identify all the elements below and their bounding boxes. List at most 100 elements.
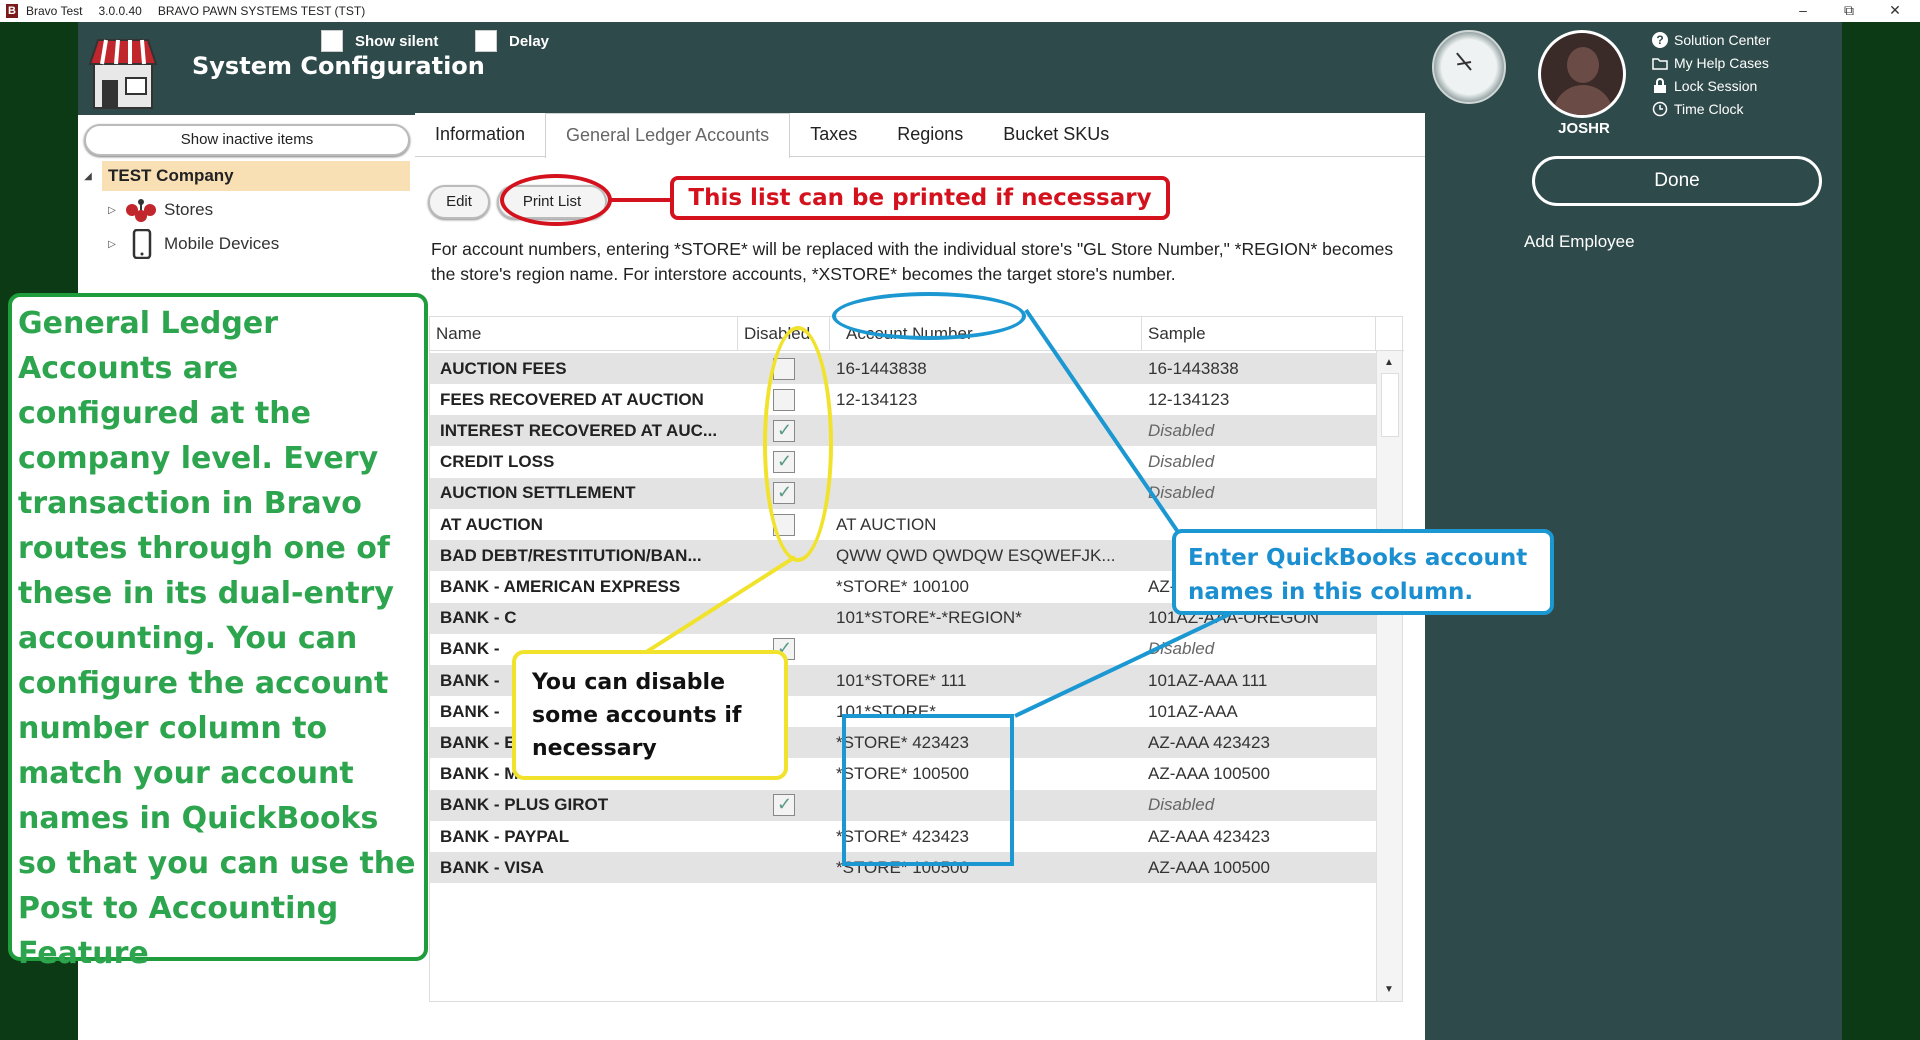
stores-icon [126, 199, 156, 222]
tab-bucket-skus[interactable]: Bucket SKUs [983, 113, 1129, 156]
cell-account-number[interactable]: 101*STORE* 111 [830, 671, 1142, 691]
app-name: Bravo Test [26, 4, 83, 18]
cell-account-number[interactable]: *STORE* 100100 [830, 577, 1142, 597]
cell-name: INTEREST RECOVERED AT AUC... [440, 420, 718, 440]
table-row[interactable]: INTEREST RECOVERED AT AUC... Disabled [430, 415, 1376, 447]
solution-center-label: Solution Center [1674, 31, 1771, 48]
scroll-thumb[interactable] [1381, 373, 1399, 437]
vertical-scrollbar[interactable]: ▲ ▼ [1376, 351, 1402, 1001]
mobile-icon [132, 229, 152, 259]
cell-name: AUCTION SETTLEMENT [440, 483, 636, 503]
cell-name: BAD DEBT/RESTITUTION/BAN... [440, 545, 702, 565]
annotation-account-values-highlight [842, 714, 1014, 866]
delay-checkbox[interactable]: Delay [475, 30, 549, 52]
window-titlebar: B Bravo Test 3.0.0.40 BRAVO PAWN SYSTEMS… [0, 0, 1920, 22]
cell-sample: Disabled [1148, 420, 1215, 440]
cell-sample: AZ-AAA 100500 [1148, 764, 1270, 784]
expand-triangle-icon[interactable]: ▷ [104, 205, 120, 216]
tree-item-stores[interactable]: ▷ Stores [78, 195, 415, 225]
annotation-print-callout: This list can be printed if necessary [670, 176, 1170, 220]
minimize-button[interactable]: – [1780, 0, 1826, 22]
company-tree: ◢ TEST Company ▷ Stores ▷ Mobile Devices [78, 161, 415, 259]
cell-name: FEES RECOVERED AT AUCTION [440, 389, 704, 409]
table-row[interactable]: AUCTION SETTLEMENT Disabled [430, 477, 1376, 509]
cell-sample: AZ-AAA 423423 [1148, 732, 1270, 752]
table-row[interactable]: CREDIT LOSS Disabled [430, 446, 1376, 478]
scroll-up-icon[interactable]: ▲ [1384, 357, 1394, 368]
add-employee-link[interactable]: Add Employee [1524, 232, 1635, 252]
scroll-down-icon[interactable]: ▼ [1384, 984, 1394, 995]
tree-item-stores-label: Stores [164, 200, 214, 219]
annotation-quickbooks-callout: Enter QuickBooks account names in this c… [1172, 529, 1554, 615]
cell-name: BANK - VISA [440, 857, 544, 877]
avatar[interactable] [1538, 30, 1626, 118]
header-links: ? Solution Center My Help Cases Lock Ses… [1652, 28, 1771, 120]
cell-sample: Disabled [1148, 639, 1215, 659]
username: JOSHR [1558, 120, 1610, 137]
cell-name: CREDIT LOSS [440, 452, 555, 472]
cell-name: BANK - PAYPAL [440, 826, 570, 846]
cell-sample: Disabled [1148, 483, 1215, 503]
tab-general-ledger-accounts[interactable]: General Ledger Accounts [545, 113, 791, 158]
annotation-gl-explanation: General Ledger Accounts are configured a… [8, 293, 428, 971]
my-help-cases-link[interactable]: My Help Cases [1652, 51, 1771, 74]
show-silent-box[interactable] [321, 30, 343, 52]
cell-sample: 101AZ-AAA [1148, 701, 1238, 721]
table-row[interactable]: AUCTION FEES 16-1443838 16-1443838 [430, 353, 1376, 384]
disabled-checkbox[interactable] [773, 794, 795, 817]
done-button[interactable]: Done [1532, 156, 1822, 206]
delay-label: Delay [509, 32, 550, 50]
cell-sample: 12-134123 [1148, 389, 1230, 409]
tab-taxes[interactable]: Taxes [790, 113, 877, 156]
tab-regions[interactable]: Regions [877, 113, 983, 156]
store-icon [88, 39, 158, 109]
cell-account-number[interactable]: QWW QWD QWDQW ESQWEFJK... [830, 546, 1142, 566]
cell-account-number[interactable]: AT AUCTION [830, 515, 1142, 535]
cell-sample: AZ-AAA 423423 [1148, 826, 1270, 846]
tree-item-company[interactable]: TEST Company [102, 161, 410, 191]
app-logo-icon: B [6, 4, 18, 18]
clock-small-icon [1652, 101, 1668, 117]
cell-sample: AZ-AAA 100500 [1148, 857, 1270, 877]
my-help-cases-label: My Help Cases [1674, 54, 1769, 71]
app-version: 3.0.0.40 [98, 4, 142, 18]
window-margin-right [1842, 22, 1920, 1040]
page-title: System Configuration [192, 52, 485, 80]
table-row[interactable]: FEES RECOVERED AT AUCTION 12-134123 12-134… [430, 384, 1376, 416]
expand-triangle-icon[interactable]: ▷ [104, 239, 120, 250]
cell-account-number[interactable]: 16-1443838 [830, 359, 1142, 379]
lock-session-link[interactable]: Lock Session [1652, 74, 1771, 97]
cell-name: AT AUCTION [440, 514, 543, 534]
tab-information[interactable]: Information [415, 113, 545, 156]
time-clock-label: Time Clock [1674, 100, 1744, 117]
lock-icon [1652, 77, 1668, 94]
solution-center-link[interactable]: ? Solution Center [1652, 28, 1771, 51]
cell-name: BANK - PLUS GIROT [440, 795, 609, 815]
cell-disabled [738, 794, 830, 817]
annotation-account-column-highlight [832, 292, 1026, 340]
help-icon: ? [1652, 31, 1668, 48]
tree-item-mobile-devices[interactable]: ▷ Mobile Devices [78, 229, 415, 259]
cell-sample: 101AZ-AAA 111 [1148, 670, 1268, 690]
show-inactive-button[interactable]: Show inactive items [84, 124, 410, 156]
show-silent-checkbox[interactable]: Show silent [321, 30, 438, 52]
annotation-print-highlight [500, 174, 612, 226]
annotation-quickbooks-text: Enter QuickBooks account names in this c… [1188, 545, 1528, 605]
collapse-triangle-icon[interactable]: ◢ [80, 171, 96, 182]
time-clock-link[interactable]: Time Clock [1652, 97, 1771, 120]
delay-box[interactable] [475, 30, 497, 52]
close-button[interactable]: ✕ [1872, 0, 1918, 22]
annotation-disabled-highlight [763, 326, 833, 562]
cell-account-number[interactable]: 101*STORE*-*REGION* [830, 608, 1142, 628]
maximize-button[interactable]: ⧉ [1826, 0, 1872, 22]
column-header-sample[interactable]: Sample [1142, 317, 1376, 350]
tab-bar: Information General Ledger Accounts Taxe… [415, 113, 1425, 158]
cell-name: BANK - C [440, 608, 517, 628]
edit-button[interactable]: Edit [428, 185, 490, 219]
annotation-disable-text: You can disable some accounts if necessa… [532, 670, 742, 761]
cell-account-number[interactable]: 12-134123 [830, 390, 1142, 410]
column-header-name[interactable]: Name [430, 317, 738, 350]
show-silent-label: Show silent [355, 32, 439, 50]
tree-item-mobile-label: Mobile Devices [164, 234, 280, 253]
system-name: BRAVO PAWN SYSTEMS TEST (TST) [157, 4, 366, 18]
